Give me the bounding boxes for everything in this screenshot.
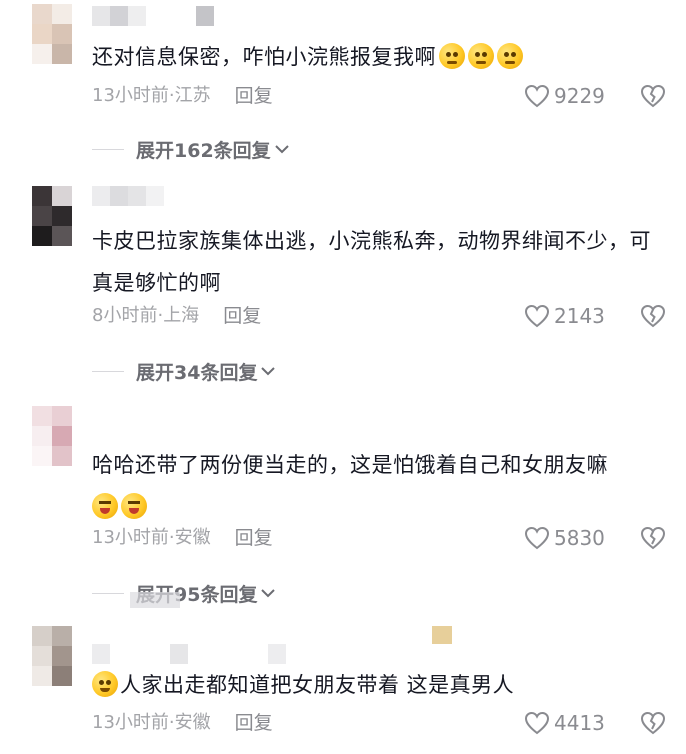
blurred-badge: [432, 626, 452, 644]
sweating-face-emoji: [497, 43, 523, 69]
smiling-face-emoji: [92, 671, 118, 697]
avatar[interactable]: [32, 4, 72, 64]
chevron-down-icon: [261, 367, 276, 376]
reply-button[interactable]: 回复: [235, 525, 273, 551]
comment-location: 安徽: [174, 712, 211, 733]
comment-text: 还对信息保密，咋怕小浣熊报复我啊: [92, 36, 662, 78]
like-button[interactable]: 2143: [524, 303, 605, 329]
expand-replies-button[interactable]: 展开34条回复: [92, 358, 276, 384]
blurred-overlay: [130, 592, 180, 608]
comment-meta: 13小时前 · 安徽 回复: [92, 525, 273, 551]
chevron-down-icon: [261, 589, 276, 598]
broken-heart-icon: [640, 304, 666, 328]
expand-replies-label: 展开162条回复: [136, 139, 271, 162]
dislike-button[interactable]: [640, 525, 666, 551]
like-button[interactable]: 4413: [524, 710, 605, 736]
username-blurred[interactable]: [92, 6, 214, 28]
divider-line: [92, 148, 124, 150]
sweating-face-emoji: [439, 43, 465, 69]
heart-outline-icon: [524, 304, 550, 328]
comment-location: 上海: [163, 305, 200, 326]
dislike-button[interactable]: [640, 303, 666, 329]
comment-location: 江苏: [174, 85, 211, 106]
like-button[interactable]: 5830: [524, 525, 605, 551]
chevron-down-icon: [274, 145, 289, 154]
like-count: 4413: [554, 711, 605, 735]
dislike-button[interactable]: [640, 83, 666, 109]
heart-outline-icon: [524, 526, 550, 550]
broken-heart-icon: [640, 711, 666, 735]
heart-outline-icon: [524, 84, 550, 108]
username-blurred[interactable]: [92, 644, 286, 666]
comment-meta: 13小时前 · 安徽 回复: [92, 710, 273, 736]
username-blurred[interactable]: [92, 186, 164, 208]
avatar[interactable]: [32, 406, 72, 466]
comment-time: 13小时前: [92, 527, 169, 548]
comment-time: 13小时前: [92, 85, 169, 106]
comment-time: 8小时前: [92, 305, 158, 326]
broken-heart-icon: [640, 526, 666, 550]
comment-time: 13小时前: [92, 712, 169, 733]
divider-line: [92, 592, 124, 594]
comment-location: 安徽: [174, 527, 211, 548]
avatar[interactable]: [32, 186, 72, 246]
divider-line: [92, 370, 124, 372]
broken-heart-icon: [640, 84, 666, 108]
like-count: 9229: [554, 84, 605, 108]
reply-button[interactable]: 回复: [235, 710, 273, 736]
dislike-button[interactable]: [640, 710, 666, 736]
tears-of-joy-emoji: [121, 493, 147, 519]
expand-replies-button[interactable]: 展开95条回复: [92, 580, 276, 606]
avatar[interactable]: [32, 626, 72, 686]
like-count: 5830: [554, 526, 605, 550]
heart-outline-icon: [524, 711, 550, 735]
comment-meta: 13小时前 · 江苏 回复: [92, 83, 273, 109]
sweating-face-emoji: [468, 43, 494, 69]
reply-button[interactable]: 回复: [235, 83, 273, 109]
comment-text: 哈哈还带了两份便当走的，这是怕饿着自己和女朋友嘛: [92, 444, 662, 528]
expand-replies-button[interactable]: 展开162条回复: [92, 136, 290, 162]
comment-text: 人家出走都知道把女朋友带着 这是真男人: [92, 664, 662, 706]
like-count: 2143: [554, 304, 605, 328]
comment-text: 卡皮巴拉家族集体出逃，小浣熊私奔，动物界绯闻不少，可真是够忙的啊: [92, 229, 651, 295]
expand-replies-label: 展开34条回复: [136, 361, 258, 384]
tears-of-joy-emoji: [92, 493, 118, 519]
like-button[interactable]: 9229: [524, 83, 605, 109]
reply-button[interactable]: 回复: [223, 303, 261, 329]
comment-meta: 8小时前 · 上海 回复: [92, 303, 261, 329]
